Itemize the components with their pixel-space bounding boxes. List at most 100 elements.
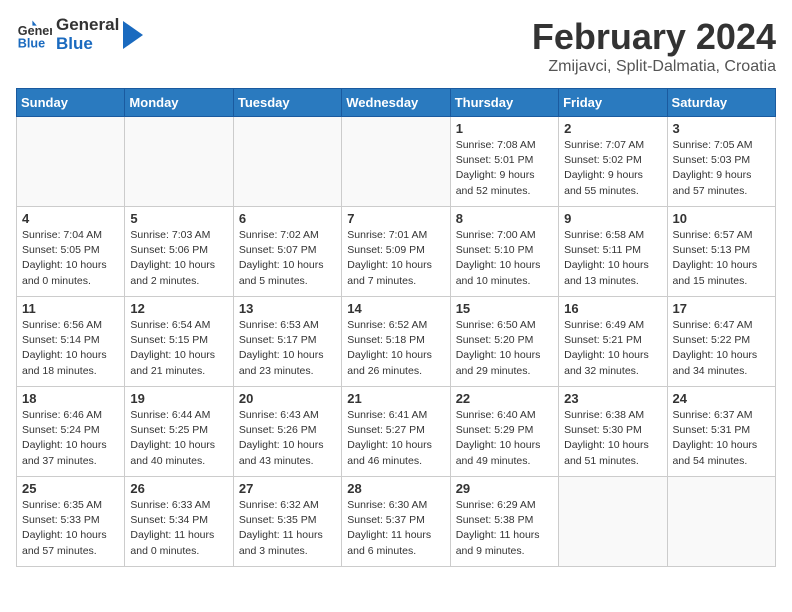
calendar-cell	[667, 477, 775, 567]
calendar-cell	[125, 117, 233, 207]
day-info: Sunrise: 7:03 AM Sunset: 5:06 PM Dayligh…	[130, 228, 227, 289]
day-info: Sunrise: 6:53 AM Sunset: 5:17 PM Dayligh…	[239, 318, 336, 379]
day-number: 17	[673, 301, 770, 316]
calendar-cell: 10 Sunrise: 6:57 AM Sunset: 5:13 PM Dayli…	[667, 207, 775, 297]
day-number: 20	[239, 391, 336, 406]
day-info: Sunrise: 7:01 AM Sunset: 5:09 PM Dayligh…	[347, 228, 444, 289]
day-info: Sunrise: 6:38 AM Sunset: 5:30 PM Dayligh…	[564, 408, 661, 469]
day-number: 13	[239, 301, 336, 316]
day-number: 25	[22, 481, 119, 496]
calendar-cell: 24 Sunrise: 6:37 AM Sunset: 5:31 PM Dayli…	[667, 387, 775, 477]
logo: General Blue General Blue	[16, 16, 143, 53]
day-info: Sunrise: 6:49 AM Sunset: 5:21 PM Dayligh…	[564, 318, 661, 379]
calendar-cell: 7 Sunrise: 7:01 AM Sunset: 5:09 PM Daylig…	[342, 207, 450, 297]
calendar-cell: 17 Sunrise: 6:47 AM Sunset: 5:22 PM Dayli…	[667, 297, 775, 387]
day-number: 21	[347, 391, 444, 406]
weekday-header-sunday: Sunday	[17, 89, 125, 117]
day-info: Sunrise: 6:50 AM Sunset: 5:20 PM Dayligh…	[456, 318, 553, 379]
calendar-cell: 13 Sunrise: 6:53 AM Sunset: 5:17 PM Dayli…	[233, 297, 341, 387]
day-number: 12	[130, 301, 227, 316]
calendar-cell: 9 Sunrise: 6:58 AM Sunset: 5:11 PM Daylig…	[559, 207, 667, 297]
calendar-subtitle: Zmijavci, Split-Dalmatia, Croatia	[532, 58, 776, 76]
day-info: Sunrise: 6:57 AM Sunset: 5:13 PM Dayligh…	[673, 228, 770, 289]
day-info: Sunrise: 6:37 AM Sunset: 5:31 PM Dayligh…	[673, 408, 770, 469]
day-number: 9	[564, 211, 661, 226]
calendar-cell: 12 Sunrise: 6:54 AM Sunset: 5:15 PM Dayli…	[125, 297, 233, 387]
calendar-cell	[342, 117, 450, 207]
day-info: Sunrise: 6:33 AM Sunset: 5:34 PM Dayligh…	[130, 498, 227, 559]
calendar-week-row: 1Sunrise: 7:08 AM Sunset: 5:01 PM Daylig…	[17, 117, 776, 207]
logo-general: General	[56, 16, 119, 35]
calendar-table: SundayMondayTuesdayWednesdayThursdayFrid…	[16, 88, 776, 567]
day-info: Sunrise: 6:46 AM Sunset: 5:24 PM Dayligh…	[22, 408, 119, 469]
calendar-cell: 28 Sunrise: 6:30 AM Sunset: 5:37 PM Dayli…	[342, 477, 450, 567]
calendar-cell: 26Sunrise: 6:33 AM Sunset: 5:34 PM Dayli…	[125, 477, 233, 567]
day-number: 6	[239, 211, 336, 226]
calendar-week-row: 18 Sunrise: 6:46 AM Sunset: 5:24 PM Dayli…	[17, 387, 776, 477]
calendar-cell: 4Sunrise: 7:04 AM Sunset: 5:05 PM Daylig…	[17, 207, 125, 297]
calendar-cell: 8 Sunrise: 7:00 AM Sunset: 5:10 PM Daylig…	[450, 207, 558, 297]
calendar-cell: 19 Sunrise: 6:44 AM Sunset: 5:25 PM Dayli…	[125, 387, 233, 477]
day-info: Sunrise: 6:56 AM Sunset: 5:14 PM Dayligh…	[22, 318, 119, 379]
day-number: 16	[564, 301, 661, 316]
day-number: 3	[673, 121, 770, 136]
calendar-cell: 11Sunrise: 6:56 AM Sunset: 5:14 PM Dayli…	[17, 297, 125, 387]
day-number: 8	[456, 211, 553, 226]
day-number: 18	[22, 391, 119, 406]
page-header: General Blue General Blue February 2024 …	[16, 16, 776, 76]
day-info: Sunrise: 6:54 AM Sunset: 5:15 PM Dayligh…	[130, 318, 227, 379]
day-info: Sunrise: 7:00 AM Sunset: 5:10 PM Dayligh…	[456, 228, 553, 289]
day-info: Sunrise: 7:07 AM Sunset: 5:02 PM Dayligh…	[564, 138, 661, 199]
title-block: February 2024 Zmijavci, Split-Dalmatia, …	[532, 16, 776, 76]
day-number: 28	[347, 481, 444, 496]
day-number: 7	[347, 211, 444, 226]
day-info: Sunrise: 7:02 AM Sunset: 5:07 PM Dayligh…	[239, 228, 336, 289]
day-info: Sunrise: 6:44 AM Sunset: 5:25 PM Dayligh…	[130, 408, 227, 469]
weekday-header-saturday: Saturday	[667, 89, 775, 117]
calendar-cell: 18 Sunrise: 6:46 AM Sunset: 5:24 PM Dayli…	[17, 387, 125, 477]
day-info: Sunrise: 6:30 AM Sunset: 5:37 PM Dayligh…	[347, 498, 444, 559]
weekday-header-tuesday: Tuesday	[233, 89, 341, 117]
calendar-cell: 16 Sunrise: 6:49 AM Sunset: 5:21 PM Dayli…	[559, 297, 667, 387]
day-info: Sunrise: 6:58 AM Sunset: 5:11 PM Dayligh…	[564, 228, 661, 289]
day-number: 15	[456, 301, 553, 316]
day-info: Sunrise: 6:47 AM Sunset: 5:22 PM Dayligh…	[673, 318, 770, 379]
calendar-cell	[559, 477, 667, 567]
calendar-cell: 2 Sunrise: 7:07 AM Sunset: 5:02 PM Daylig…	[559, 117, 667, 207]
day-number: 2	[564, 121, 661, 136]
svg-text:Blue: Blue	[18, 36, 45, 50]
day-info: Sunrise: 7:08 AM Sunset: 5:01 PM Dayligh…	[456, 138, 553, 199]
calendar-cell	[233, 117, 341, 207]
calendar-cell: 20 Sunrise: 6:43 AM Sunset: 5:26 PM Dayli…	[233, 387, 341, 477]
weekday-header-row: SundayMondayTuesdayWednesdayThursdayFrid…	[17, 89, 776, 117]
day-number: 19	[130, 391, 227, 406]
day-number: 29	[456, 481, 553, 496]
calendar-cell: 6 Sunrise: 7:02 AM Sunset: 5:07 PM Daylig…	[233, 207, 341, 297]
calendar-cell: 29Sunrise: 6:29 AM Sunset: 5:38 PM Dayli…	[450, 477, 558, 567]
calendar-cell: 3 Sunrise: 7:05 AM Sunset: 5:03 PM Daylig…	[667, 117, 775, 207]
day-info: Sunrise: 6:32 AM Sunset: 5:35 PM Dayligh…	[239, 498, 336, 559]
day-number: 5	[130, 211, 227, 226]
calendar-week-row: 4Sunrise: 7:04 AM Sunset: 5:05 PM Daylig…	[17, 207, 776, 297]
day-number: 14	[347, 301, 444, 316]
day-info: Sunrise: 7:05 AM Sunset: 5:03 PM Dayligh…	[673, 138, 770, 199]
calendar-cell: 1Sunrise: 7:08 AM Sunset: 5:01 PM Daylig…	[450, 117, 558, 207]
calendar-cell: 23Sunrise: 6:38 AM Sunset: 5:30 PM Dayli…	[559, 387, 667, 477]
day-info: Sunrise: 6:43 AM Sunset: 5:26 PM Dayligh…	[239, 408, 336, 469]
day-info: Sunrise: 6:41 AM Sunset: 5:27 PM Dayligh…	[347, 408, 444, 469]
day-number: 24	[673, 391, 770, 406]
calendar-cell	[17, 117, 125, 207]
calendar-cell: 15 Sunrise: 6:50 AM Sunset: 5:20 PM Dayli…	[450, 297, 558, 387]
weekday-header-friday: Friday	[559, 89, 667, 117]
calendar-cell: 14Sunrise: 6:52 AM Sunset: 5:18 PM Dayli…	[342, 297, 450, 387]
weekday-header-wednesday: Wednesday	[342, 89, 450, 117]
calendar-week-row: 25Sunrise: 6:35 AM Sunset: 5:33 PM Dayli…	[17, 477, 776, 567]
calendar-week-row: 11Sunrise: 6:56 AM Sunset: 5:14 PM Dayli…	[17, 297, 776, 387]
calendar-cell: 5 Sunrise: 7:03 AM Sunset: 5:06 PM Daylig…	[125, 207, 233, 297]
logo-blue: Blue	[56, 35, 119, 54]
day-info: Sunrise: 7:04 AM Sunset: 5:05 PM Dayligh…	[22, 228, 119, 289]
calendar-title: February 2024	[532, 16, 776, 58]
weekday-header-thursday: Thursday	[450, 89, 558, 117]
day-number: 10	[673, 211, 770, 226]
calendar-cell: 27Sunrise: 6:32 AM Sunset: 5:35 PM Dayli…	[233, 477, 341, 567]
